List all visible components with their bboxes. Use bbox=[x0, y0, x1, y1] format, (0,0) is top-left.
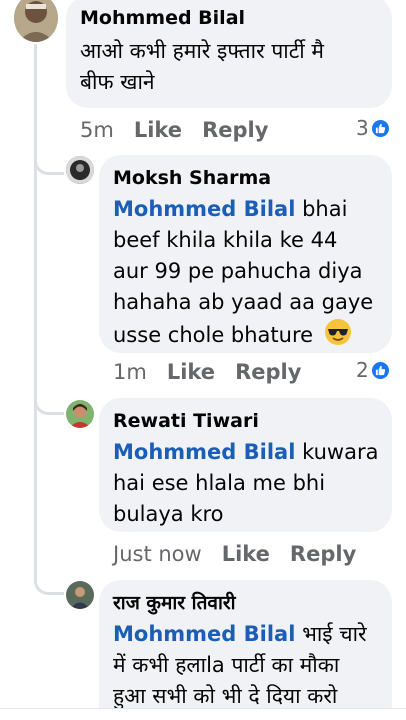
comment-text: aur 99 pe pahucha diya bbox=[113, 259, 363, 283]
thread-connector bbox=[34, 555, 64, 595]
reaction-count-number: 3 bbox=[356, 116, 369, 140]
comment-bubble: Rewati Tiwari Mohmmed Bilal kuwara hai e… bbox=[99, 398, 392, 532]
comment-text: beef khila khila ke 44 bbox=[113, 228, 338, 252]
comment-text: बीफ खाने bbox=[80, 70, 155, 94]
like-button[interactable]: Like bbox=[134, 118, 182, 142]
comment-time[interactable]: Just now bbox=[113, 542, 202, 566]
comment-text-line: Mohmmed Bilal bhai bbox=[113, 194, 380, 225]
comment-text: hahaha ab yaad aa gaye bbox=[113, 290, 374, 314]
like-button[interactable]: Like bbox=[222, 542, 270, 566]
comment-text: bulaya kro bbox=[113, 502, 224, 526]
avatar[interactable] bbox=[66, 156, 94, 184]
like-reaction-icon bbox=[370, 118, 390, 138]
thread-connector bbox=[34, 135, 64, 175]
comment-time[interactable]: 1m bbox=[113, 360, 147, 384]
comment-time[interactable]: 5m bbox=[80, 118, 114, 142]
comment-bubble: Moksh Sharma Mohmmed Bilal bhai beef khi… bbox=[99, 155, 392, 353]
comment-text: भाई चारे bbox=[295, 622, 367, 646]
comment-text: bhai bbox=[295, 197, 348, 221]
thread-line bbox=[34, 44, 37, 584]
avatar[interactable] bbox=[66, 581, 94, 609]
comment-author[interactable]: Rewati Tiwari bbox=[113, 409, 380, 433]
reply-button[interactable]: Reply bbox=[202, 118, 268, 142]
mention-link[interactable]: Mohmmed Bilal bbox=[113, 622, 295, 646]
comment-author[interactable]: Moksh Sharma bbox=[113, 166, 380, 190]
comment-bubble: Mohmmed Bilal आओ कभी हमारे इफ्तार पार्टी… bbox=[66, 0, 392, 108]
comment-author[interactable]: Mohmmed Bilal bbox=[80, 6, 376, 30]
like-reaction-icon bbox=[370, 360, 390, 380]
comment-text: में कभी हलाla पार्टी का मौका bbox=[113, 653, 340, 677]
reply-button[interactable]: Reply bbox=[235, 360, 301, 384]
avatar[interactable] bbox=[66, 400, 94, 428]
comment-text-line: usse chole bhature bbox=[113, 318, 380, 355]
comment-text-line: Mohmmed Bilal kuwara bbox=[113, 437, 380, 468]
thread-connector bbox=[34, 370, 64, 415]
comment-text: hai ese hlala me bhi bbox=[113, 471, 326, 495]
comment-text: usse chole bhature bbox=[113, 323, 314, 347]
comment-actions: 5m Like Reply bbox=[80, 118, 268, 142]
comment-actions: 1m Like Reply bbox=[113, 360, 301, 384]
comment-actions: Just now Like Reply bbox=[113, 542, 356, 566]
comment-author[interactable]: राज कुमार तिवारी bbox=[113, 591, 380, 615]
mention-link[interactable]: Mohmmed Bilal bbox=[113, 440, 295, 464]
comment-text: kuwara bbox=[295, 440, 379, 464]
sunglasses-emoji-icon bbox=[324, 318, 352, 355]
reaction-count-number: 2 bbox=[356, 358, 369, 382]
comment-text-line: Mohmmed Bilal भाई चारे bbox=[113, 619, 380, 650]
bottom-divider bbox=[0, 708, 406, 720]
mention-link[interactable]: Mohmmed Bilal bbox=[113, 197, 295, 221]
comment-text: आओ कभी हमारे इफ्तार पार्टी मै bbox=[80, 39, 324, 63]
like-button[interactable]: Like bbox=[167, 360, 215, 384]
avatar[interactable] bbox=[14, 0, 58, 42]
comment-bubble: राज कुमार तिवारी Mohmmed Bilal भाई चारे … bbox=[99, 580, 392, 720]
reaction-count[interactable]: 3 bbox=[356, 116, 390, 140]
reply-button[interactable]: Reply bbox=[290, 542, 356, 566]
reaction-count[interactable]: 2 bbox=[356, 358, 390, 382]
